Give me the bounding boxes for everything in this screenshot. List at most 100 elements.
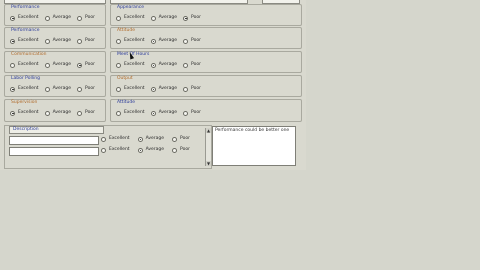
option-average[interactable]: Average (44, 15, 71, 21)
option-label: Poor (191, 15, 201, 20)
scroll-down-icon[interactable]: ▼ (206, 161, 211, 166)
radio-button[interactable] (77, 62, 83, 68)
option-average[interactable]: Average (44, 38, 71, 44)
vertical-scrollbar[interactable]: ▲ ▼ (205, 128, 211, 166)
group-communication: Communication Excellent Average Poor (4, 51, 106, 73)
option-average[interactable]: Average (137, 147, 164, 153)
option-average[interactable]: Average (150, 38, 178, 44)
group-output: Output Excellent Average Poor (110, 75, 302, 97)
radio-button[interactable] (10, 15, 15, 21)
option-label: Poor (180, 147, 190, 152)
radio-button[interactable] (150, 38, 156, 44)
option-excellent[interactable]: Excellent (116, 38, 145, 44)
option-label: Average (158, 62, 178, 67)
radio-button[interactable] (150, 86, 156, 92)
option-average[interactable]: Average (44, 62, 71, 68)
option-poor[interactable]: Poor (183, 15, 201, 21)
option-poor[interactable]: Poor (183, 62, 201, 68)
option-label: Average (52, 110, 72, 115)
option-poor[interactable]: Poor (77, 15, 95, 21)
option-excellent[interactable]: Excellent (116, 86, 145, 92)
option-excellent[interactable]: Excellent (10, 38, 39, 44)
option-average[interactable]: Average (44, 110, 72, 116)
option-average[interactable]: Average (150, 86, 177, 92)
option-label: Poor (191, 62, 201, 67)
option-poor[interactable]: Poor (183, 86, 201, 92)
radio-button[interactable] (116, 38, 121, 44)
option-poor[interactable]: Poor (77, 38, 95, 44)
radio-button[interactable] (10, 38, 15, 44)
radio-button[interactable] (137, 136, 143, 142)
option-average[interactable]: Average (150, 15, 178, 21)
option-excellent[interactable]: Excellent (10, 110, 39, 116)
radio-button[interactable] (116, 15, 121, 21)
option-excellent[interactable]: Excellent (10, 86, 39, 92)
comment-textarea[interactable]: Performance could be better one (212, 126, 296, 166)
radio-button[interactable] (77, 38, 83, 44)
option-excellent[interactable]: Excellent (101, 136, 130, 142)
radio-button[interactable] (77, 15, 83, 21)
radio-button[interactable] (10, 110, 15, 116)
description-radio-row-2: Excellent Average Poor (101, 147, 190, 153)
option-label: Average (158, 15, 178, 20)
option-average[interactable]: Average (150, 62, 178, 68)
radio-button[interactable] (183, 86, 189, 92)
group-labor-polling: Labor Polling Excellent Average Poor (4, 75, 106, 97)
radio-group: Excellent Average Poor (116, 62, 201, 68)
option-poor[interactable]: Poor (183, 110, 201, 116)
option-label: Excellent (18, 62, 39, 67)
option-label: Average (158, 110, 178, 115)
radio-button[interactable] (183, 15, 189, 21)
option-poor[interactable]: Poor (172, 136, 190, 142)
radio-button[interactable] (150, 15, 156, 21)
radio-button[interactable] (77, 110, 83, 116)
radio-button[interactable] (10, 86, 15, 92)
option-excellent[interactable]: Excellent (116, 15, 145, 21)
option-average[interactable]: Average (150, 110, 178, 116)
option-label: Excellent (109, 136, 130, 141)
radio-button[interactable] (183, 62, 189, 68)
radio-button[interactable] (137, 147, 143, 153)
radio-button[interactable] (77, 86, 83, 92)
radio-button[interactable] (44, 62, 50, 68)
description-field-2[interactable] (9, 147, 99, 156)
option-poor[interactable]: Poor (77, 86, 95, 92)
radio-group: Excellent Average Poor (10, 38, 95, 44)
radio-button[interactable] (183, 110, 189, 116)
radio-button[interactable] (116, 62, 121, 68)
radio-button[interactable] (116, 86, 121, 92)
description-field-1[interactable] (9, 136, 99, 145)
radio-button[interactable] (183, 38, 189, 44)
option-poor[interactable]: Poor (77, 62, 95, 68)
option-excellent[interactable]: Excellent (116, 62, 145, 68)
option-average[interactable]: Average (137, 136, 164, 142)
option-poor[interactable]: Poor (77, 110, 95, 116)
option-label: Average (158, 38, 178, 43)
radio-button[interactable] (150, 62, 156, 68)
radio-button[interactable] (172, 147, 178, 153)
radio-button[interactable] (10, 62, 15, 68)
option-label: Excellent (124, 110, 145, 115)
group-label: Supervision (11, 100, 38, 105)
option-poor[interactable]: Poor (172, 147, 190, 153)
radio-button[interactable] (150, 110, 156, 116)
scroll-up-icon[interactable]: ▲ (206, 128, 211, 133)
group-label: Performance (11, 5, 40, 10)
radio-button[interactable] (44, 86, 50, 92)
radio-button[interactable] (116, 110, 121, 116)
option-excellent[interactable]: Excellent (116, 110, 145, 116)
option-average[interactable]: Average (44, 86, 71, 92)
radio-button[interactable] (44, 110, 50, 116)
option-excellent[interactable]: Excellent (101, 147, 130, 153)
option-excellent[interactable]: Excellent (10, 15, 39, 21)
radio-button[interactable] (172, 136, 178, 142)
radio-button[interactable] (101, 147, 106, 153)
group-meet-of-hours: Meet Of Hours Excellent Average Poor (110, 51, 302, 73)
group-label: Attitude (117, 100, 136, 105)
radio-button[interactable] (44, 15, 50, 21)
option-poor[interactable]: Poor (183, 38, 201, 44)
radio-button[interactable] (101, 136, 106, 142)
radio-button[interactable] (44, 38, 50, 44)
option-excellent[interactable]: Excellent (10, 62, 39, 68)
radio-group: Excellent Average Poor (10, 86, 95, 92)
